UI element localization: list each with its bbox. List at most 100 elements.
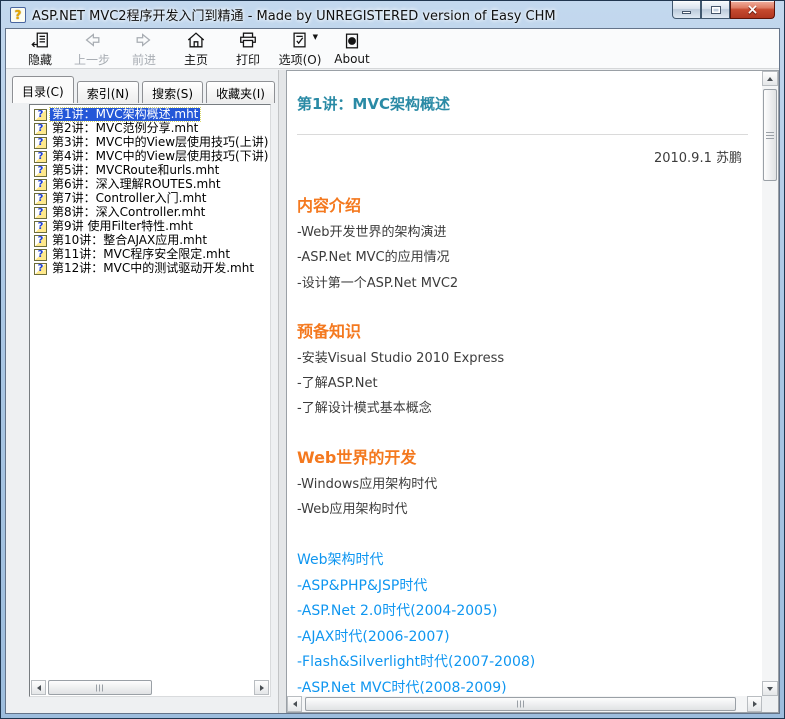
toolbar-button-about[interactable]: ▼ About bbox=[326, 30, 378, 68]
tree-item-label: 第7讲：Controller入门.mht bbox=[50, 192, 208, 205]
tree-item[interactable]: ? 第9讲 使用Filter特性.mht bbox=[33, 220, 269, 233]
content-block: -ASP.Net MVC时代(2008-2009) bbox=[297, 680, 750, 697]
scroll-right-button[interactable] bbox=[747, 696, 762, 712]
triangle-left-icon bbox=[293, 701, 297, 707]
tree-hscroll-thumb[interactable] bbox=[48, 680, 152, 695]
tree-item[interactable]: ? 第3讲：MVC中的View层使用技巧(上讲) bbox=[33, 136, 269, 149]
tree-item[interactable]: ? 第6讲：深入理解ROUTES.mht bbox=[33, 178, 269, 191]
content-block: -AJAX时代(2006-2007) bbox=[297, 629, 750, 647]
toolbar-button-label: 选项(O) bbox=[279, 51, 322, 68]
scroll-left-button[interactable] bbox=[287, 696, 302, 712]
main-area: 目录(C) 索引(N) 搜索(S) 收藏夹(I) bbox=[6, 70, 779, 713]
maximize-button[interactable] bbox=[701, 1, 730, 19]
content-block: -ASP&PHP&JSP时代 bbox=[297, 578, 750, 596]
close-button[interactable]: × bbox=[730, 1, 775, 19]
triangle-left-icon bbox=[37, 685, 41, 691]
tree-item[interactable]: ? 第7讲：Controller入门.mht bbox=[33, 192, 269, 205]
tree-item-label: 第11讲：MVC程序安全限定.mht bbox=[50, 248, 232, 261]
content-block: -了解ASP.Net bbox=[297, 376, 750, 392]
tree-item-label: 第3讲：MVC中的View层使用技巧(上讲) bbox=[50, 136, 269, 149]
help-topic-icon: ? bbox=[34, 193, 47, 205]
tree-item[interactable]: ? 第8讲：深入Controller.mht bbox=[33, 206, 269, 219]
tree-item-label: 第2讲：MVC范例分享.mht bbox=[50, 122, 200, 135]
tree-item[interactable]: ? 第2讲：MVC范例分享.mht bbox=[33, 122, 269, 135]
toolbar-button-label: 上一步 bbox=[74, 51, 110, 68]
contents-tree: ? 第1讲：MVC架构概述.mht ? 第2讲：MVC范例分享.mht ? bbox=[29, 104, 271, 697]
help-topic-icon: ? bbox=[34, 151, 47, 163]
content-block: -ASP.Net MVC的应用情况 bbox=[297, 250, 750, 266]
toolbar-button-label: About bbox=[334, 52, 369, 66]
toolbar: ▼ 隐藏 ▼ 上一步 ▼ 前进 bbox=[6, 29, 779, 69]
tree-horizontal-scrollbar[interactable] bbox=[31, 680, 269, 695]
content-pane: 第1讲：MVC架构概述 2010.9.1 苏鹏 内容介绍 -Web开发世界的架构… bbox=[286, 70, 779, 713]
toolbar-button-label: 隐藏 bbox=[28, 51, 52, 68]
minimize-icon bbox=[682, 11, 691, 14]
content-horizontal-scrollbar[interactable] bbox=[287, 696, 762, 712]
scrollbar-corner bbox=[762, 696, 778, 712]
nav-tab[interactable]: 收藏夹(I) bbox=[206, 81, 275, 103]
home-icon bbox=[186, 30, 206, 50]
scroll-right-button[interactable] bbox=[254, 680, 269, 695]
help-topic-icon: ? bbox=[34, 123, 47, 135]
tree-item[interactable]: ? 第4讲：MVC中的View层使用技巧(下讲) bbox=[33, 150, 269, 163]
content-block: Web架构时代 bbox=[297, 552, 750, 570]
scroll-left-button[interactable] bbox=[31, 680, 46, 695]
toolbar-button-arrow-left: ▼ 上一步 bbox=[66, 30, 118, 68]
document-title: 第1讲：MVC架构概述 bbox=[297, 93, 750, 114]
content-block: -设计第一个ASP.Net MVC2 bbox=[297, 276, 750, 292]
content-block: -Web开发世界的架构演进 bbox=[297, 225, 750, 241]
help-topic-icon: ? bbox=[34, 263, 47, 275]
options-icon bbox=[290, 30, 310, 50]
triangle-right-icon bbox=[260, 685, 264, 691]
nav-tab-label: 目录(C) bbox=[22, 85, 64, 99]
scroll-down-button[interactable] bbox=[762, 681, 778, 696]
triangle-down-icon bbox=[767, 687, 773, 691]
toolbar-button-label: 打印 bbox=[236, 51, 260, 68]
tree-item[interactable]: ? 第5讲：MVCRoute和urls.mht bbox=[33, 164, 269, 177]
triangle-right-icon bbox=[753, 701, 757, 707]
tree-item[interactable]: ? 第11讲：MVC程序安全限定.mht bbox=[33, 248, 269, 261]
help-topic-icon: ? bbox=[34, 179, 47, 191]
app-window: ? ASP.NET MVC2程序开发入门到精通 - Made by UNREGI… bbox=[0, 0, 785, 719]
toolbar-button-home[interactable]: ▼ 主页 bbox=[170, 30, 222, 68]
content-block: -Flash&Silverlight时代(2007-2008) bbox=[297, 654, 750, 672]
toolbar-button-printer[interactable]: ▼ 打印 bbox=[222, 30, 274, 68]
help-topic-icon: ? bbox=[34, 235, 47, 247]
nav-tab[interactable]: 目录(C) bbox=[12, 76, 74, 103]
toolbar-button-label: 前进 bbox=[132, 51, 156, 68]
toolbar-button-options[interactable]: ▼ 选项(O) bbox=[274, 30, 326, 68]
content-vertical-scrollbar[interactable] bbox=[762, 71, 778, 696]
help-topic-icon: ? bbox=[34, 221, 47, 233]
pane-splitter[interactable] bbox=[278, 70, 286, 713]
window-controls: × bbox=[672, 1, 775, 19]
nav-tab-label: 搜索(S) bbox=[152, 87, 193, 101]
minimize-button[interactable] bbox=[672, 1, 701, 19]
document: 第1讲：MVC架构概述 2010.9.1 苏鹏 内容介绍 -Web开发世界的架构… bbox=[287, 71, 762, 696]
arrow-left-icon bbox=[82, 30, 102, 50]
content-hscroll-thumb[interactable] bbox=[305, 697, 736, 711]
tree-item-label: 第1讲：MVC架构概述.mht bbox=[50, 108, 200, 121]
help-topic-icon: ? bbox=[34, 137, 47, 149]
chevron-down-icon: ▼ bbox=[313, 33, 318, 41]
tree-item[interactable]: ? 第1讲：MVC架构概述.mht bbox=[33, 108, 269, 121]
toolbar-button-arrow-right: ▼ 前进 bbox=[118, 30, 170, 68]
client-area: ▼ 隐藏 ▼ 上一步 ▼ 前进 bbox=[5, 28, 780, 714]
content-block: 内容介绍 bbox=[297, 196, 750, 216]
help-topic-icon: ? bbox=[34, 165, 47, 177]
hide-pane-icon bbox=[30, 30, 50, 50]
divider bbox=[297, 134, 748, 135]
nav-tab[interactable]: 索引(N) bbox=[77, 81, 139, 103]
content-block: -了解设计模式基本概念 bbox=[297, 401, 750, 417]
nav-tab[interactable]: 搜索(S) bbox=[142, 81, 203, 103]
tree-item-label: 第10讲：整合AJAX应用.mht bbox=[50, 234, 209, 247]
content-block: -安装Visual Studio 2010 Express bbox=[297, 351, 750, 367]
content-block: -Web应用架构时代 bbox=[297, 502, 750, 518]
toolbar-button-hide-pane[interactable]: ▼ 隐藏 bbox=[14, 30, 66, 68]
scroll-up-button[interactable] bbox=[762, 71, 778, 86]
content-block: Web世界的开发 bbox=[297, 448, 750, 468]
toolbar-button-label: 主页 bbox=[184, 51, 208, 68]
tree-item[interactable]: ? 第12讲：MVC中的测试驱动开发.mht bbox=[33, 262, 269, 275]
content-block: -Windows应用架构时代 bbox=[297, 477, 750, 493]
vscroll-thumb[interactable] bbox=[763, 89, 777, 181]
tree-item[interactable]: ? 第10讲：整合AJAX应用.mht bbox=[33, 234, 269, 247]
